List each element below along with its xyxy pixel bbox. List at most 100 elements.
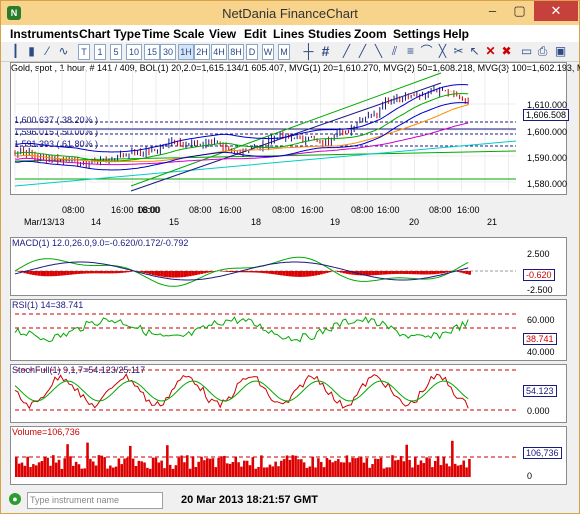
volume-bar [223,455,226,477]
macd-histogram-bar [114,271,118,274]
macd-histogram-bar [26,271,30,274]
volume-bar [15,456,18,477]
macd-histogram-bar [231,271,235,273]
volume-bar [154,457,158,477]
volume-bar [205,458,209,477]
volume-bar [302,462,306,477]
macd-histogram-bar [277,271,281,275]
volume-bar [160,460,163,477]
volume-bar [66,444,69,477]
macd-histogram-bar [46,271,50,277]
volume-bar [402,461,406,477]
volume-bar [69,456,72,477]
volume-bar [26,456,29,477]
chart-graphics [14,69,517,477]
volume-bar [126,457,129,477]
volume-bar [277,466,280,477]
volume-bar [211,458,215,477]
macd-histogram-bar [245,271,249,273]
volume-bar [34,465,38,477]
macd-histogram-bar [225,271,229,272]
volume-bar [391,455,394,477]
macd-histogram-bar [322,271,326,274]
macd-histogram-bar [445,271,449,273]
macd-histogram-bar [228,271,232,273]
volume-bar [140,461,143,477]
macd-histogram-bar [422,271,426,275]
volume-bar [439,465,443,477]
macd-histogram-bar [425,271,429,275]
macd-histogram-bar [66,271,70,275]
volume-bar [345,455,349,477]
volume-bar [459,464,463,477]
volume-bar [183,462,186,477]
macd-histogram-bar [205,271,209,273]
volume-bar [425,457,428,477]
volume-bar [97,455,101,477]
macd-histogram-bar [180,271,184,278]
macd-histogram-bar [405,271,409,274]
volume-bar [245,460,249,477]
volume-bar [254,468,257,477]
volume-bar [248,465,252,477]
volume-bar [208,458,212,477]
volume-bar [257,466,260,477]
macd-histogram-bar [168,271,172,278]
volume-bar [77,464,81,477]
volume-bar [120,464,124,477]
volume-bar [137,460,141,477]
volume-bar [394,460,397,477]
volume-bar [225,463,229,477]
volume-bar [468,458,471,477]
macd-histogram-bar [183,271,186,277]
status-datetime: 20 Mar 2013 18:21:57 GMT [181,494,318,506]
macd-histogram-bar [83,271,87,274]
volume-bar [148,468,152,477]
volume-bar [285,455,289,477]
volume-bar [74,461,78,477]
macd-histogram-bar [106,271,110,274]
macd-histogram-bar [319,271,323,275]
macd-histogram-bar [243,271,246,273]
volume-bar [357,457,360,477]
volume-bar [171,468,175,477]
macd-histogram-bar [394,271,397,274]
macd-histogram-bar [191,271,195,276]
volume-bar [166,445,169,477]
instrument-search-input[interactable]: Type instrument name [27,492,163,509]
macd-histogram-bar [391,271,395,275]
macd-histogram-bar [431,271,434,275]
volume-bar [72,465,75,477]
volume-bar [46,457,49,477]
macd-histogram-bar [294,271,298,277]
volume-bar [262,467,266,477]
macd-histogram-bar [171,271,175,278]
volume-bar [317,458,320,477]
macd-histogram-bar [248,271,252,273]
volume-bar [40,460,44,477]
volume-bar [168,464,172,477]
macd-histogram-bar [34,271,38,276]
macd-histogram-bar [63,271,67,276]
macd-histogram-bar [459,271,463,273]
volume-bar [100,455,104,477]
macd-histogram-bar [368,271,372,276]
volume-bar [197,461,200,477]
macd-histogram-bar [91,271,95,274]
volume-bar [288,459,292,477]
volume-bar [376,458,380,477]
macd-histogram-bar [365,271,369,276]
macd-histogram-bar [174,271,178,278]
volume-bar [163,468,166,477]
macd-histogram-bar [223,271,226,272]
macd-histogram-bar [339,271,343,273]
volume-bar [362,462,366,477]
volume-bar [456,465,460,477]
macd-histogram-bar [74,271,78,275]
macd-histogram-bar [442,271,446,274]
instrument-status-icon: ● [9,493,21,505]
volume-bar [445,463,448,477]
volume-bar [322,467,326,477]
volume-bar [297,459,300,477]
volume-bar [305,467,309,477]
